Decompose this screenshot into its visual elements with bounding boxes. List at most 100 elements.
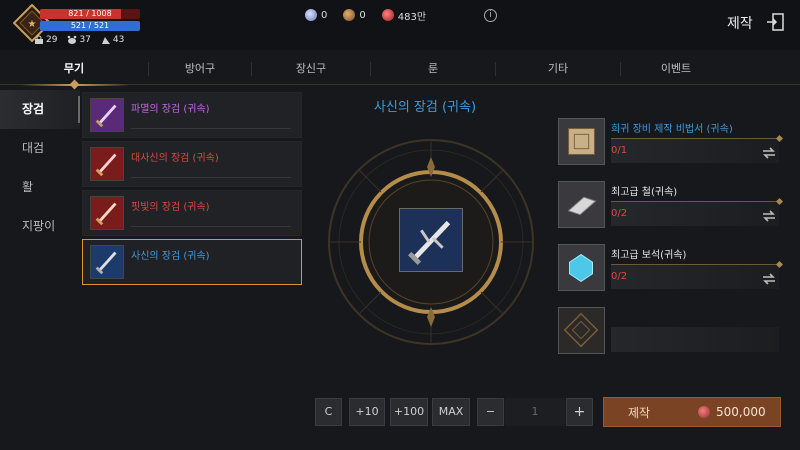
swap-icon[interactable] [761, 145, 777, 161]
sword-icon [90, 245, 124, 279]
material-name: 최고급 보석(귀속) [611, 250, 687, 261]
gem-icon [558, 244, 605, 291]
sword-icon [90, 196, 124, 230]
tab-label: 무기 [63, 62, 85, 75]
hp-text: 821 / 1008 [68, 9, 112, 18]
iron-ingot-icon [558, 181, 605, 228]
plus-10-button[interactable]: +10 [349, 398, 385, 426]
category-label: 장검 [22, 102, 45, 116]
recipe-item[interactable]: 대사신의 장검 (귀속) [82, 141, 302, 187]
currency-bar: 0 0 483만 [305, 7, 426, 23]
coin-currency[interactable]: 0 [343, 9, 366, 21]
quantity-field[interactable]: 1 [505, 398, 565, 426]
divider [131, 177, 291, 178]
tab-rune[interactable]: 룬 [371, 55, 495, 83]
material-row[interactable]: 희귀 장비 제작 비법서 (귀속) 0/1 [558, 118, 782, 168]
divider [131, 128, 291, 129]
category-tabs: 무기 방어구 장신구 룬 기타 이벤트 [0, 55, 800, 83]
recipe-label: 핏빛의 장검 (귀속) [131, 202, 210, 213]
recipe-book-icon [558, 118, 605, 165]
swap-icon[interactable] [761, 271, 777, 287]
sword-icon [90, 147, 124, 181]
recipe-label: 파멸의 장검 (귀속) [131, 104, 210, 115]
category-bow[interactable]: 활 [0, 168, 80, 207]
ruby-value: 483만 [397, 11, 427, 23]
svg-text:★: ★ [28, 19, 37, 30]
tab-accessory[interactable]: 장신구 [252, 55, 370, 83]
pet-stat: 37 [67, 34, 91, 46]
category-label: 활 [22, 180, 34, 194]
info-icon[interactable]: i [484, 9, 497, 22]
material-band [611, 327, 779, 352]
material-divider [611, 201, 779, 202]
empty-material-slot [558, 307, 782, 357]
tab-event[interactable]: 이벤트 [621, 55, 731, 83]
weight-stat: 29 [34, 34, 57, 46]
minus-button[interactable]: − [477, 398, 504, 426]
category-greatsword[interactable]: 대검 [0, 129, 80, 168]
coin-icon [343, 9, 356, 21]
crafted-sword-icon[interactable] [399, 208, 463, 272]
coin-value: 0 [359, 9, 366, 21]
weight-icon [35, 35, 43, 44]
craft-cost: 500,000 [716, 405, 766, 419]
material-band [611, 201, 779, 226]
material-name: 희귀 장비 제작 비법서 (귀속) [611, 124, 733, 135]
tab-armor[interactable]: 방어구 [149, 55, 251, 83]
max-button[interactable]: MAX [432, 398, 470, 426]
pet-icon [68, 35, 77, 44]
selected-item-title: 사신의 장검 (귀속) [373, 100, 477, 115]
material-name: 최고급 철(귀속) [611, 187, 678, 198]
category-label: 지팡이 [22, 219, 56, 233]
craft-button[interactable]: 제작 500,000 [603, 397, 781, 427]
material-divider [611, 264, 779, 265]
pet-value: 37 [79, 35, 91, 45]
material-count: 0/1 [611, 145, 628, 156]
ruby-currency[interactable]: 483만 [381, 8, 427, 23]
empty-slot-emblem-icon [558, 307, 605, 354]
swap-icon[interactable] [761, 208, 777, 224]
craft-button-label: 제작 [628, 405, 651, 420]
exit-icon[interactable] [765, 12, 785, 32]
tab-label: 방어구 [184, 62, 216, 75]
plus-button[interactable]: + [566, 398, 593, 426]
mini-stats: 29 37 43 [34, 34, 124, 46]
material-row[interactable]: 최고급 보석(귀속) 0/2 [558, 244, 782, 294]
tab-label: 장신구 [295, 62, 327, 75]
weapon-type-list: 장검 대검 활 지팡이 [0, 90, 80, 246]
hp-bar: 821 / 1008 [40, 9, 140, 19]
recipe-item-selected[interactable]: 사신의 장검 (귀속) [82, 239, 302, 285]
tab-label: 룬 [427, 62, 439, 75]
crystal-icon [305, 9, 317, 21]
tab-label: 이벤트 [660, 62, 692, 75]
ruby-icon [381, 9, 394, 21]
page-title: 제작 [727, 16, 753, 32]
crystal-currency[interactable]: 0 [305, 9, 327, 21]
material-count: 0/2 [611, 271, 628, 282]
mp-bar: 521 / 521 [40, 21, 140, 31]
material-row[interactable]: 최고급 철(귀속) 0/2 [558, 181, 782, 231]
recipe-item[interactable]: 핏빛의 장검 (귀속) [82, 190, 302, 236]
material-divider [611, 138, 779, 139]
category-staff[interactable]: 지팡이 [0, 207, 80, 246]
recipe-label: 사신의 장검 (귀속) [131, 251, 210, 262]
crystal-value: 0 [321, 9, 328, 21]
mount-icon [101, 37, 110, 44]
tab-etc[interactable]: 기타 [496, 55, 620, 83]
material-band [611, 138, 779, 163]
mount-value: 43 [112, 35, 125, 45]
ruby-icon [698, 406, 710, 418]
divider [131, 226, 291, 227]
plus-100-button[interactable]: +100 [390, 398, 428, 426]
sword-icon [90, 98, 124, 132]
category-longsword[interactable]: 장검 [0, 90, 80, 129]
recipe-label: 대사신의 장검 (귀속) [131, 153, 219, 164]
clear-button[interactable]: C [315, 398, 342, 426]
material-band [611, 264, 779, 289]
material-count: 0/2 [611, 208, 628, 219]
mount-stat: 43 [101, 34, 124, 46]
tab-label: 기타 [547, 62, 569, 75]
recipe-list: 파멸의 장검 (귀속) 대사신의 장검 (귀속) 핏빛의 장검 (귀속) 사신의… [82, 92, 302, 288]
mp-text: 521 / 521 [70, 21, 110, 30]
recipe-item[interactable]: 파멸의 장검 (귀속) [82, 92, 302, 138]
